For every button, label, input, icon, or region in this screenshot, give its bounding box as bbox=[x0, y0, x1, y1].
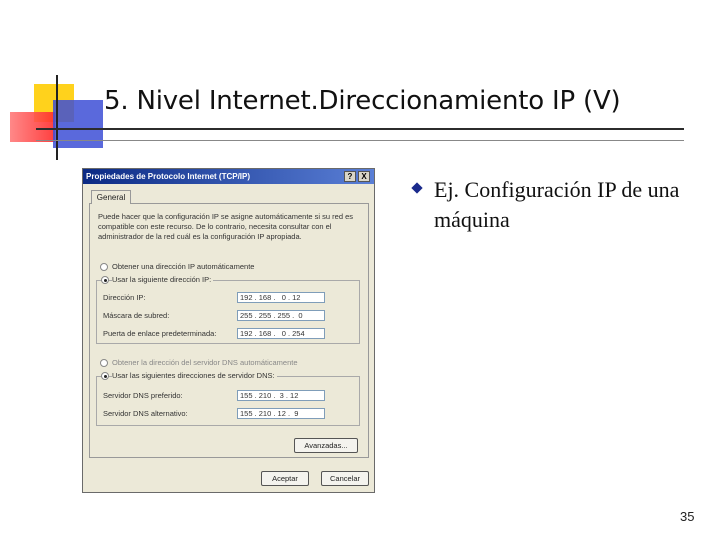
ip-address-input[interactable]: 192 . 168 . 0 . 12 bbox=[237, 292, 325, 303]
ok-button[interactable]: Aceptar bbox=[261, 471, 309, 486]
manual-ip-label: Usar la siguiente dirección IP: bbox=[112, 275, 214, 284]
subnet-mask-input[interactable]: 255 . 255 . 255 . 0 bbox=[237, 310, 325, 321]
auto-ip-label: Obtener una dirección IP automáticamente bbox=[112, 262, 255, 271]
slide-title: 5. Nivel Internet.Direccionamiento IP (V… bbox=[104, 86, 621, 116]
cancel-button[interactable]: Cancelar bbox=[321, 471, 369, 486]
manual-dns-radio[interactable] bbox=[101, 372, 109, 380]
auto-dns-label: Obtener la dirección del servidor DNS au… bbox=[112, 358, 298, 367]
general-panel: Puede hacer que la configuración IP se a… bbox=[89, 203, 369, 458]
close-button[interactable]: X bbox=[358, 171, 370, 182]
manual-dns-label: Usar las siguientes direcciones de servi… bbox=[112, 371, 277, 380]
intro-text: Puede hacer que la configuración IP se a… bbox=[98, 212, 354, 241]
gateway-label: Puerta de enlace predeterminada: bbox=[103, 329, 217, 338]
decor-red-bar bbox=[10, 112, 55, 142]
manual-dns-group: Usar las siguientes direcciones de servi… bbox=[96, 371, 360, 426]
bullet-text: Ej. Configuración IP de una máquina bbox=[434, 177, 680, 232]
advanced-button[interactable]: Avanzadas... bbox=[294, 438, 358, 453]
preferred-dns-input[interactable]: 155 . 210 . 3 . 12 bbox=[237, 390, 325, 401]
bullet-diamond-icon bbox=[411, 182, 423, 194]
subnet-mask-label: Máscara de subred: bbox=[103, 311, 170, 320]
dialog-title: Propiedades de Protocolo Internet (TCP/I… bbox=[86, 172, 251, 181]
decor-vertical-line bbox=[56, 75, 58, 160]
tcpip-properties-dialog: Propiedades de Protocolo Internet (TCP/I… bbox=[82, 168, 375, 493]
dialog-titlebar: Propiedades de Protocolo Internet (TCP/I… bbox=[83, 169, 374, 184]
tab-general[interactable]: General bbox=[91, 190, 131, 204]
title-underline-thin bbox=[36, 140, 684, 141]
alternate-dns-label: Servidor DNS alternativo: bbox=[103, 409, 188, 418]
ip-address-label: Dirección IP: bbox=[103, 293, 146, 302]
gateway-input[interactable]: 192 . 168 . 0 . 254 bbox=[237, 328, 325, 339]
auto-ip-radio[interactable] bbox=[100, 263, 108, 271]
preferred-dns-label: Servidor DNS preferido: bbox=[103, 391, 183, 400]
manual-ip-group: Usar la siguiente dirección IP: Direcció… bbox=[96, 275, 360, 344]
manual-ip-radio[interactable] bbox=[101, 276, 109, 284]
help-button[interactable]: ? bbox=[344, 171, 356, 182]
alternate-dns-input[interactable]: 155 . 210 . 12 . 9 bbox=[237, 408, 325, 419]
auto-dns-radio[interactable] bbox=[100, 359, 108, 367]
title-underline bbox=[36, 128, 684, 130]
page-number: 35 bbox=[680, 509, 695, 524]
